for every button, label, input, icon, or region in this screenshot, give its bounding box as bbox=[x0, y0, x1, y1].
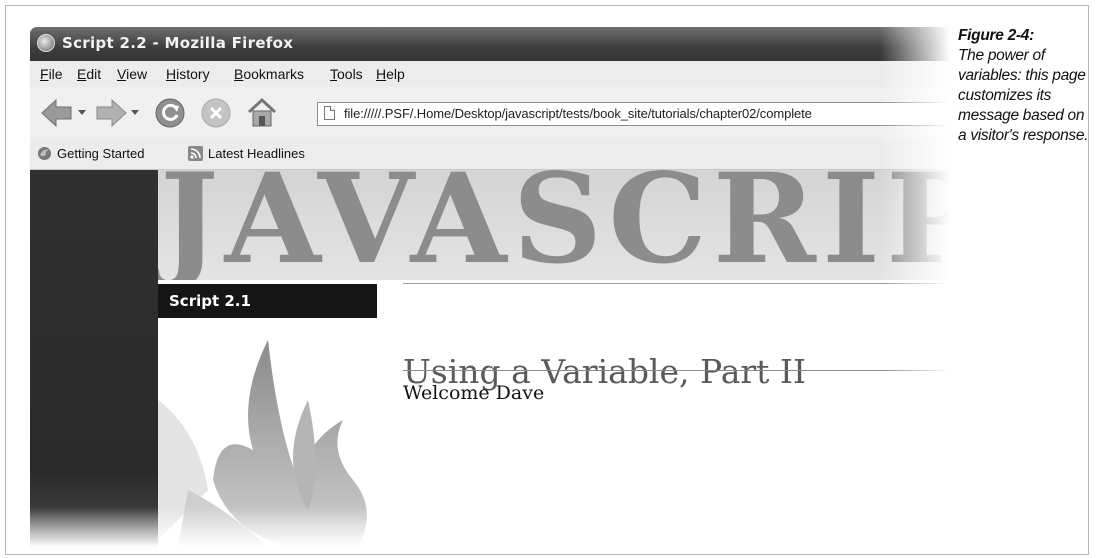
divider-line bbox=[403, 283, 950, 284]
firefox-icon bbox=[37, 34, 55, 52]
menu-bookmarks[interactable]: Bookmarks bbox=[234, 66, 304, 82]
bookmark-getting-started[interactable]: Getting Started bbox=[57, 146, 144, 161]
rss-feed-icon bbox=[188, 146, 203, 161]
figure-caption: Figure 2-4: The power of variables: this… bbox=[958, 26, 1093, 146]
script-label: Script 2.1 bbox=[158, 284, 377, 318]
stop-icon[interactable] bbox=[200, 97, 232, 129]
bookmark-latest-headlines[interactable]: Latest Headlines bbox=[208, 146, 305, 161]
menu-help[interactable]: Help bbox=[376, 66, 405, 82]
menu-view[interactable]: View bbox=[117, 66, 147, 82]
page-banner: JAVASCRIPT bbox=[158, 170, 950, 280]
menu-tools[interactable]: Tools bbox=[330, 66, 363, 82]
window-title: Script 2.2 - Mozilla Firefox bbox=[62, 34, 294, 52]
navigation-toolbar: file://///.PSF/.Home/Desktop/javascript/… bbox=[30, 87, 950, 140]
menu-file[interactable]: File bbox=[40, 66, 63, 82]
menu-edit[interactable]: Edit bbox=[77, 66, 101, 82]
forward-dropdown-icon[interactable] bbox=[131, 109, 139, 117]
title-bar: Script 2.2 - Mozilla Firefox bbox=[30, 27, 950, 61]
url-bar[interactable]: file://///.PSF/.Home/Desktop/javascript/… bbox=[317, 102, 950, 126]
forward-arrow-icon[interactable] bbox=[94, 97, 128, 129]
firefox-icon bbox=[38, 147, 51, 160]
back-arrow-icon[interactable] bbox=[40, 97, 74, 129]
left-sidebar bbox=[30, 170, 158, 547]
home-icon[interactable] bbox=[245, 95, 279, 129]
menu-history[interactable]: History bbox=[166, 66, 210, 82]
figure-number: Figure 2-4: bbox=[958, 27, 1034, 44]
banner-text: JAVASCRIPT bbox=[160, 170, 950, 280]
url-text: file://///.PSF/.Home/Desktop/javascript/… bbox=[344, 106, 812, 121]
caption-text: The power of variables: this page custom… bbox=[958, 47, 1089, 144]
menu-bar: File Edit View History Bookmarks Tools H… bbox=[30, 61, 950, 88]
bookmarks-toolbar: Getting Started Latest Headlines bbox=[30, 139, 950, 170]
reload-icon[interactable] bbox=[154, 97, 186, 129]
page-icon bbox=[324, 106, 335, 120]
page-content: JAVASCRIPT Script 2.1 Using a Variable, … bbox=[30, 170, 950, 547]
back-dropdown-icon[interactable] bbox=[78, 109, 86, 117]
browser-window: Script 2.2 - Mozilla Firefox File Edit V… bbox=[30, 27, 950, 547]
welcome-message: Welcome Dave bbox=[403, 382, 545, 404]
heading-underline bbox=[403, 370, 950, 371]
flame-graphic bbox=[158, 340, 367, 547]
